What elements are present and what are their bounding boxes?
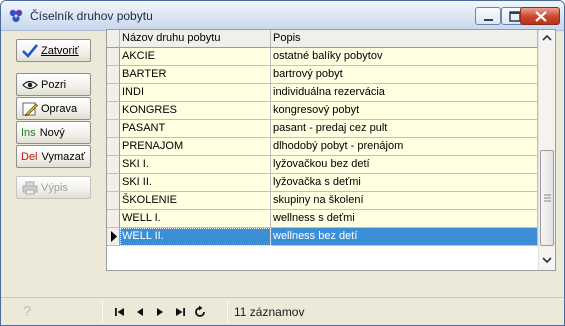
- cell-name[interactable]: INDI: [120, 84, 271, 102]
- delete-button[interactable]: Del Vymazať: [16, 145, 91, 168]
- chevron-up-icon: [542, 34, 552, 41]
- table-row[interactable]: SKI I. lyžovačkou bez detí: [107, 156, 538, 174]
- status-separator: [102, 301, 103, 323]
- row-indicator: [107, 192, 120, 210]
- view-button[interactable]: Pozri: [16, 73, 91, 96]
- scroll-up-button[interactable]: [539, 30, 555, 46]
- minimize-icon: [484, 19, 493, 21]
- cell-name[interactable]: WELL II.: [120, 228, 271, 246]
- edit-label: Oprava: [41, 102, 78, 115]
- cell-description[interactable]: bartrový pobyt: [271, 66, 538, 84]
- first-record-icon[interactable]: [113, 305, 127, 319]
- vertical-scrollbar[interactable]: [538, 30, 555, 270]
- cell-description[interactable]: lyžovačkou bez detí: [271, 156, 538, 174]
- close-icon: [535, 11, 547, 22]
- cell-name[interactable]: AKCIE: [120, 48, 271, 66]
- row-indicator: [107, 174, 120, 192]
- cell-description[interactable]: skupiny na školení: [271, 192, 538, 210]
- table-header: Názov druhu pobytu Popis: [107, 30, 538, 48]
- table-row-selected[interactable]: WELL II. wellness bez detí: [107, 228, 538, 246]
- row-indicator: [107, 66, 120, 84]
- cell-name[interactable]: BARTER: [120, 66, 271, 84]
- checkmark-icon: [22, 43, 39, 58]
- cell-description[interactable]: wellness bez detí: [271, 228, 538, 246]
- cell-name[interactable]: SKI II.: [120, 174, 271, 192]
- cell-name[interactable]: PASANT: [120, 120, 271, 138]
- row-indicator: [107, 210, 120, 228]
- close-form-button[interactable]: Zatvoriť: [16, 39, 91, 62]
- new-label: Nový: [39, 126, 65, 139]
- scrollbar-thumb[interactable]: [540, 150, 554, 246]
- chevron-down-icon: [542, 257, 552, 264]
- table-row[interactable]: SKI II. lyžovačka s deťmi: [107, 174, 538, 192]
- table-row[interactable]: INDI individuálna rezervácia: [107, 84, 538, 102]
- new-shortcut: Ins: [21, 126, 36, 139]
- row-indicator: [107, 120, 120, 138]
- print-button[interactable]: Výpis: [16, 176, 91, 199]
- view-label: Pozri: [41, 78, 67, 91]
- table-row[interactable]: ŠKOLENIE skupiny na školení: [107, 192, 538, 210]
- cell-name[interactable]: PRENAJOM: [120, 138, 271, 156]
- cell-description[interactable]: individuálna rezervácia: [271, 84, 538, 102]
- row-indicator: [107, 156, 120, 174]
- previous-record-icon[interactable]: [133, 305, 147, 319]
- cell-description[interactable]: kongresový pobyt: [271, 102, 538, 120]
- delete-label: Vymazať: [41, 150, 85, 163]
- table-row[interactable]: KONGRES kongresový pobyt: [107, 102, 538, 120]
- table-row[interactable]: WELL I. wellness s deťmi: [107, 210, 538, 228]
- cell-description[interactable]: wellness s deťmi: [271, 210, 538, 228]
- app-logo-icon: [9, 9, 23, 23]
- cell-description[interactable]: lyžovačka s deťmi: [271, 174, 538, 192]
- last-record-icon[interactable]: [173, 305, 187, 319]
- header-indicator: [107, 30, 120, 48]
- cell-description[interactable]: dlhodobý pobyt - prenájom: [271, 138, 538, 156]
- action-panel: Zatvoriť Pozri Oprava Ins Nový Del Vymaz…: [2, 32, 103, 295]
- table-row[interactable]: BARTER bartrový pobyt: [107, 66, 538, 84]
- title-bar[interactable]: Číselník druhov pobytu: [1, 1, 564, 31]
- table-row[interactable]: PASANT pasant - predaj cez pult: [107, 120, 538, 138]
- cell-description[interactable]: ostatné balíky pobytov: [271, 48, 538, 66]
- eye-icon: [22, 80, 38, 89]
- pencil-icon: [22, 102, 39, 116]
- print-label: Výpis: [41, 181, 68, 194]
- delete-shortcut: Del: [21, 150, 38, 163]
- table-row[interactable]: PRENAJOM dlhodobý pobyt - prenájom: [107, 138, 538, 156]
- cell-name[interactable]: SKI I.: [120, 156, 271, 174]
- main-window: Číselník druhov pobytu Zatvoriť Pozri Op…: [0, 0, 565, 326]
- row-indicator: [107, 102, 120, 120]
- window-title: Číselník druhov pobytu: [30, 9, 153, 23]
- status-bar: ? 11 záznamov: [1, 297, 564, 325]
- minimize-button[interactable]: [475, 7, 501, 25]
- column-header-description[interactable]: Popis: [271, 30, 538, 48]
- refresh-icon[interactable]: [193, 305, 207, 319]
- cell-description[interactable]: pasant - predaj cez pult: [271, 120, 538, 138]
- row-indicator: [107, 48, 120, 66]
- close-form-label: Zatvoriť: [41, 44, 79, 57]
- row-indicator: [107, 84, 120, 102]
- grip-icon: [544, 194, 551, 202]
- record-count: 11 záznamov: [234, 305, 305, 319]
- row-indicator: [107, 138, 120, 156]
- printer-icon: [22, 181, 38, 194]
- data-grid[interactable]: Názov druhu pobytu Popis AKCIE ostatné b…: [106, 29, 556, 271]
- next-record-icon[interactable]: [153, 305, 167, 319]
- question-icon[interactable]: ?: [23, 303, 31, 320]
- table-row[interactable]: AKCIE ostatné balíky pobytov: [107, 48, 538, 66]
- column-header-name[interactable]: Názov druhu pobytu: [120, 30, 271, 48]
- cell-name[interactable]: ŠKOLENIE: [120, 192, 271, 210]
- new-button[interactable]: Ins Nový: [16, 121, 91, 144]
- scroll-down-button[interactable]: [539, 252, 555, 268]
- cell-name[interactable]: KONGRES: [120, 102, 271, 120]
- status-separator: [227, 301, 228, 323]
- row-pointer-icon: [111, 231, 117, 242]
- edit-button[interactable]: Oprava: [16, 97, 91, 120]
- cell-name[interactable]: WELL I.: [120, 210, 271, 228]
- current-row-indicator: [107, 228, 120, 246]
- close-window-button[interactable]: [520, 7, 560, 25]
